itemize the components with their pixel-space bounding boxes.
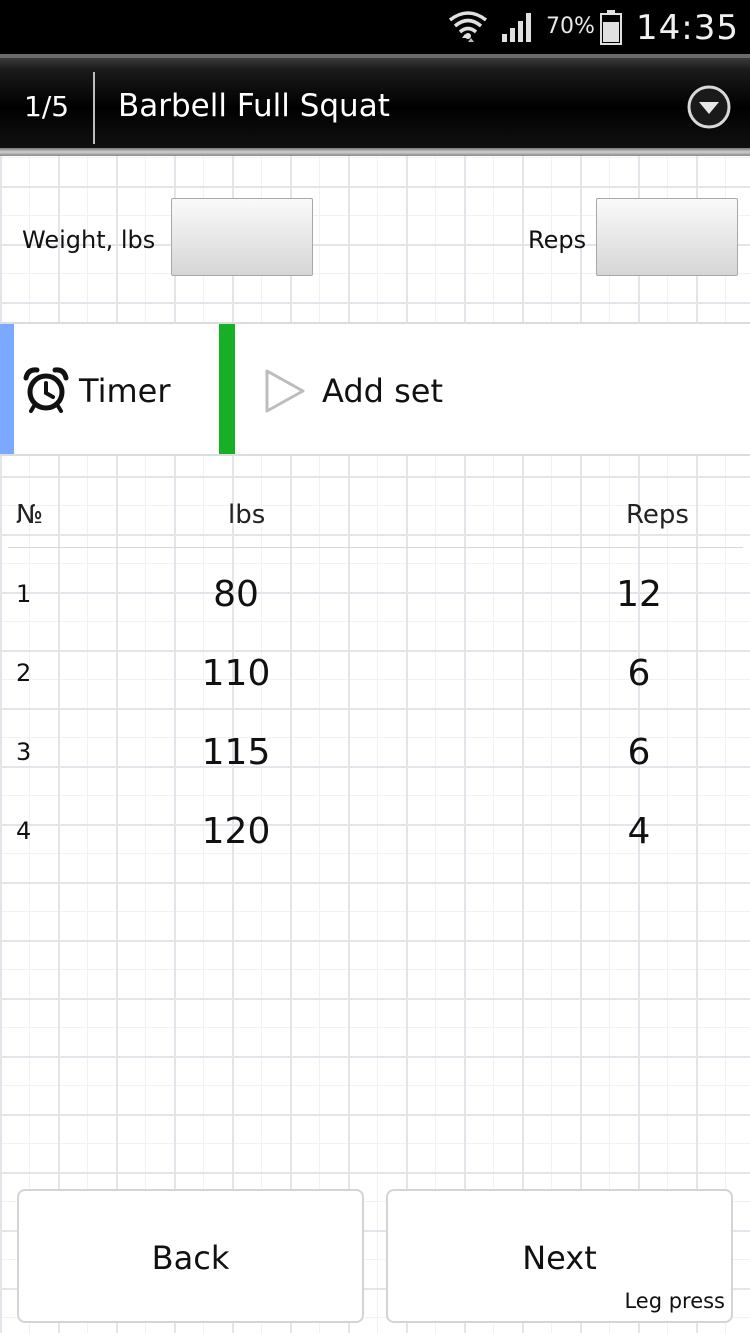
header-divider [93,72,95,144]
clock: 14:35 [636,8,739,48]
set-weight: 110 [201,653,271,694]
set-number: 2 [16,659,32,687]
table-header-divider [8,547,743,548]
action-bar-edge [0,148,750,156]
table-row[interactable]: 3 115 6 [0,722,750,801]
set-weight: 80 [213,574,259,615]
action-strip: Timer Add set [0,322,750,456]
timer-button[interactable]: Timer [0,324,219,454]
timer-accent-bar [0,324,14,454]
set-number: 1 [16,580,32,608]
set-reps: 6 [627,653,651,694]
exercise-counter: 1/5 [24,90,70,123]
add-set-button[interactable]: Add set [219,324,750,454]
status-bar: 70% 14:35 [0,0,750,54]
set-reps: 6 [627,732,651,773]
next-label: Next [522,1239,597,1277]
battery-icon [600,10,622,50]
set-number: 4 [16,817,32,845]
column-header-reps: Reps [626,500,689,530]
wifi-icon [448,8,488,48]
set-reps: 4 [627,811,651,852]
weight-input[interactable] [171,198,313,276]
table-row[interactable]: 1 80 12 [0,564,750,643]
alarm-clock-icon [22,366,70,418]
set-weight: 120 [201,811,271,852]
add-set-label: Add set [322,372,444,410]
next-exercise-label: Leg press [624,1289,725,1313]
weight-label: Weight, lbs [22,226,156,254]
table-row[interactable]: 2 110 6 [0,643,750,722]
reps-label: Reps [528,226,587,254]
exercise-title: Barbell Full Squat [118,88,390,124]
set-weight: 115 [201,732,271,773]
battery-percent: 70% [546,14,595,39]
action-bar: 1/5 Barbell Full Squat [0,54,750,156]
play-icon [263,368,307,418]
back-label: Back [151,1239,230,1277]
column-header-lbs: lbs [228,500,266,530]
column-header-num: № [16,500,44,530]
next-button[interactable]: Next Leg press [386,1189,733,1323]
timer-label: Timer [79,372,171,410]
table-row[interactable]: 4 120 4 [0,801,750,880]
signal-icon [500,10,536,48]
add-set-accent-bar [219,324,235,454]
back-button[interactable]: Back [17,1189,364,1323]
chevron-down-circle-icon[interactable] [686,84,732,130]
set-reps: 12 [616,574,662,615]
reps-input[interactable] [596,198,738,276]
set-number: 3 [16,738,32,766]
